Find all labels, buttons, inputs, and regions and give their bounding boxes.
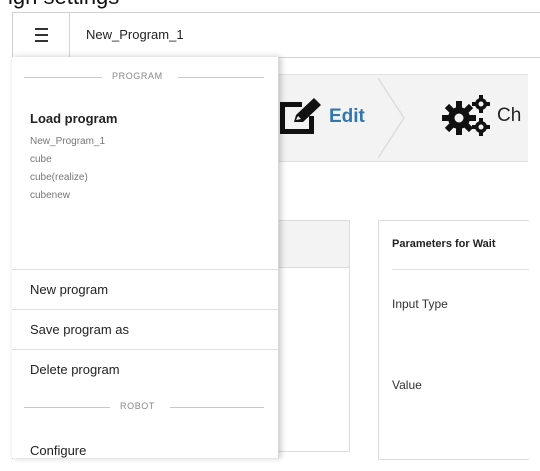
- load-program-title: Load program: [30, 111, 118, 126]
- divider: [24, 77, 102, 78]
- edit-icon: [280, 98, 321, 134]
- save-program-as-button[interactable]: Save program as: [12, 309, 278, 350]
- panel-header: [267, 221, 349, 268]
- configure-label: Configure: [30, 443, 87, 458]
- program-item[interactable]: New_Program_1: [30, 133, 105, 151]
- configure-button[interactable]: Configure: [12, 431, 278, 471]
- save-program-as-label: Save program as: [30, 322, 129, 337]
- delete-program-label: Delete program: [30, 362, 120, 377]
- section-robot-label: ROBOT: [120, 401, 156, 411]
- program-name: New_Program_1: [86, 27, 184, 42]
- menu-button[interactable]: [13, 13, 70, 57]
- section-program-label: PROGRAM: [112, 71, 163, 81]
- program-item[interactable]: cube: [30, 151, 105, 169]
- gears-icon: [442, 95, 490, 136]
- background-window-text: ign settings: [8, 0, 119, 10]
- input-type-label: Input Type: [392, 297, 448, 311]
- section-program: PROGRAM: [12, 71, 278, 83]
- divider: [24, 407, 110, 408]
- title-bar: New_Program_1: [13, 13, 540, 58]
- step-next[interactable]: Ch: [497, 105, 521, 127]
- parameters-title: Parameters for Wait: [392, 238, 496, 250]
- new-program-label: New program: [30, 282, 109, 297]
- new-program-button[interactable]: New program: [12, 269, 278, 310]
- program-list: New_Program_1 cube cube(realize) cubenew: [30, 133, 105, 205]
- divider: [178, 77, 264, 78]
- divider: [392, 269, 529, 270]
- background-window-strip: ign settings: [0, 0, 540, 12]
- chevron-right-icon: [378, 78, 405, 158]
- program-menu-drawer: PROGRAM Load program New_Program_1 cube …: [12, 57, 279, 458]
- divider: [170, 407, 264, 408]
- delete-program-button[interactable]: Delete program: [12, 349, 278, 390]
- program-tree-panel: [267, 220, 350, 452]
- section-robot: ROBOT: [12, 401, 278, 413]
- program-item[interactable]: cubenew: [30, 187, 105, 205]
- program-item[interactable]: cube(realize): [30, 169, 105, 187]
- value-label: Value: [392, 378, 422, 392]
- parameters-panel: Parameters for Wait Input Type Value: [378, 220, 529, 460]
- step-edit[interactable]: Edit: [329, 106, 365, 128]
- hamburger-icon: [34, 28, 48, 42]
